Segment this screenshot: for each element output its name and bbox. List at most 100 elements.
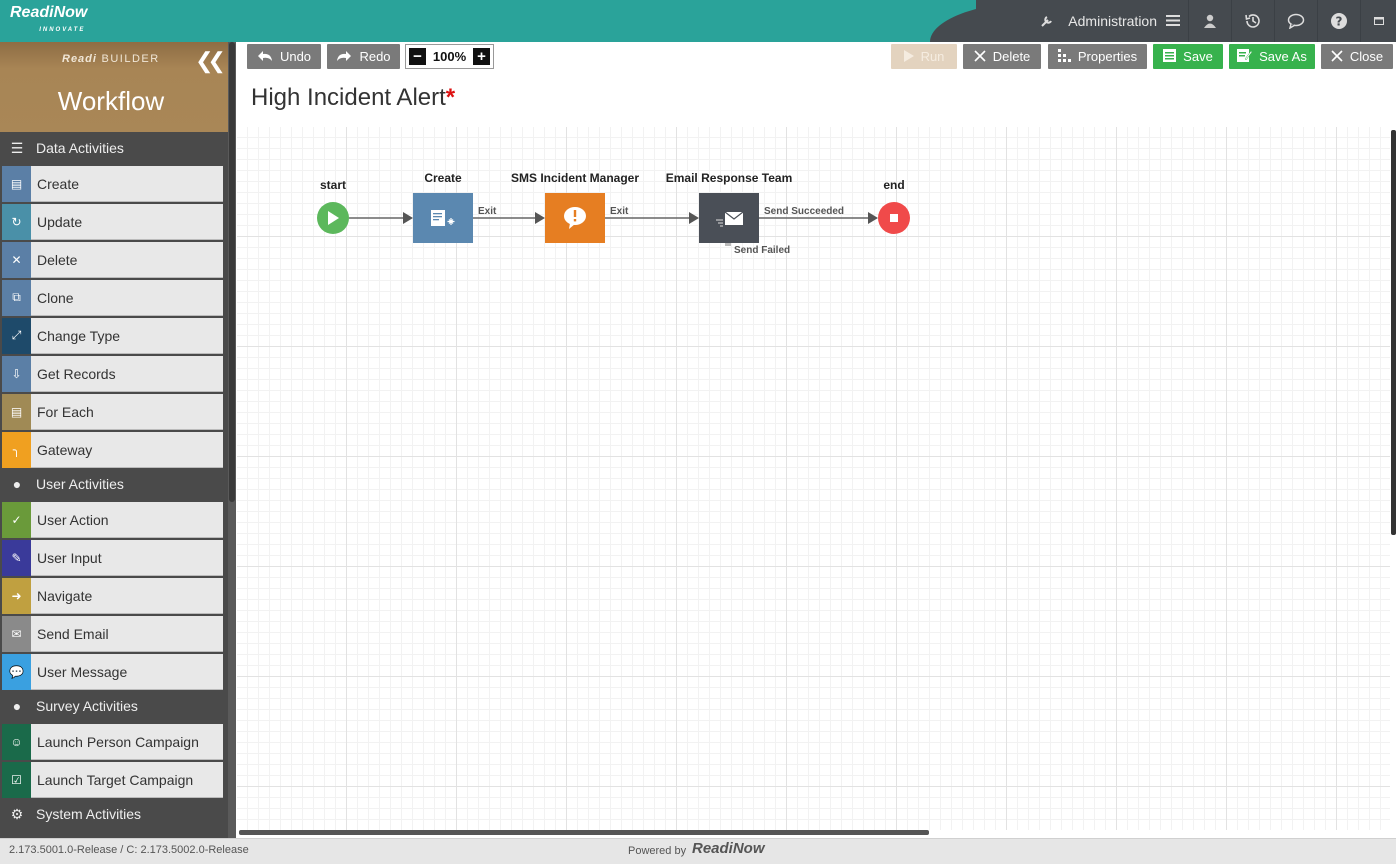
top-nav: Administration ? — [1025, 0, 1396, 42]
workflow-title-text: High Incident Alert — [251, 84, 446, 111]
version-text: 2.173.5001.0-Release / C: 2.173.5002.0-R… — [9, 844, 249, 856]
edge-label-create-exit: Exit — [478, 206, 497, 217]
zoom-in-icon[interactable]: + — [473, 48, 490, 65]
delete-button[interactable]: Delete — [963, 44, 1041, 69]
play-icon — [328, 211, 339, 225]
powered-by-text: Powered by — [628, 845, 687, 857]
activity-get-records[interactable]: ⇩ Get Records — [2, 355, 223, 392]
activity-sidebar: Readi BUILDER ❮❮ Workflow ☰ Data Activiti… — [0, 42, 236, 838]
activity-delete[interactable]: ✕ Delete — [2, 241, 223, 278]
change-type-icon: ⤢ — [2, 317, 31, 354]
activity-gateway[interactable]: ╮ Gateway — [2, 431, 223, 468]
update-icon: ↻ — [2, 203, 31, 240]
activity-update[interactable]: ↻ Update — [2, 203, 223, 240]
navigate-icon: ➜ — [2, 577, 31, 614]
save-as-icon — [1237, 48, 1253, 65]
administration-menu[interactable]: Administration — [1068, 13, 1180, 29]
activity-label: Send Email — [37, 625, 109, 642]
activity-label: Navigate — [37, 587, 93, 604]
category-data-activities[interactable]: ☰ Data Activities — [0, 132, 236, 164]
start-node[interactable] — [317, 202, 349, 234]
canvas-horizontal-scrollbar[interactable] — [239, 830, 929, 835]
alert-message-icon — [564, 207, 586, 229]
activity-label: Clone — [37, 289, 74, 306]
run-button[interactable]: Run — [891, 44, 957, 69]
help-icon[interactable]: ? — [1317, 0, 1360, 42]
activity-label: User Action — [37, 511, 109, 528]
wrench-icon[interactable] — [1025, 0, 1068, 42]
workflow-title[interactable]: High Incident Alert* — [251, 84, 455, 112]
undo-label: Undo — [279, 49, 312, 64]
activity-list: ☰ Data Activities ▤ Create ↻ Update ✕ Delete ⧉ Cl… — [0, 132, 236, 830]
edge-label-send-succeeded: Send Succeeded — [764, 206, 845, 217]
save-as-button[interactable]: Save As — [1229, 44, 1315, 69]
history-icon[interactable] — [1231, 0, 1274, 42]
activity-label: Launch Person Campaign — [37, 733, 199, 750]
save-button[interactable]: Save — [1153, 44, 1223, 69]
delete-icon: ✕ — [2, 241, 31, 278]
properties-button[interactable]: Properties — [1048, 44, 1147, 69]
category-label: User Activities — [36, 476, 124, 492]
properties-icon — [1057, 48, 1071, 65]
workflow-canvas[interactable] — [237, 127, 1390, 830]
delete-label: Delete — [992, 49, 1031, 64]
activity-navigate[interactable]: ➜ Navigate — [2, 577, 223, 614]
user-input-icon: ✎ — [2, 539, 31, 576]
activity-label: For Each — [37, 403, 94, 420]
chat-icon[interactable] — [1274, 0, 1317, 42]
category-user-activities[interactable]: ● User Activities — [0, 468, 236, 500]
stop-icon — [890, 214, 898, 222]
end-node[interactable] — [878, 202, 910, 234]
category-label: System Activities — [36, 806, 142, 822]
sidebar-scrollbar[interactable] — [228, 42, 236, 838]
properties-label: Properties — [1077, 49, 1138, 64]
sms-activity-node[interactable] — [545, 193, 605, 243]
hamburger-icon — [1166, 13, 1180, 29]
sidebar-title: Workflow — [57, 86, 165, 116]
redo-icon — [336, 49, 352, 65]
email-activity-node[interactable] — [699, 193, 759, 243]
canvas-vertical-scrollbar[interactable] — [1391, 130, 1396, 535]
create-activity-node[interactable] — [413, 193, 473, 243]
activity-user-action[interactable]: ✓ User Action — [2, 501, 223, 538]
activity-for-each[interactable]: ▤ For Each — [2, 393, 223, 430]
close-button[interactable]: Close — [1321, 44, 1393, 69]
footer-logo: ReadiNow — [692, 840, 765, 857]
save-as-label: Save As — [1259, 49, 1307, 64]
close-icon — [1331, 49, 1343, 65]
activity-change-type[interactable]: ⤢ Change Type — [2, 317, 223, 354]
activity-create[interactable]: ▤ Create — [2, 165, 223, 202]
create-record-icon — [431, 210, 455, 226]
logo-text: ReadiNow — [10, 4, 88, 21]
for-each-icon: ▤ — [2, 393, 31, 430]
redo-button[interactable]: Redo — [327, 44, 400, 69]
activity-launch-target-campaign[interactable]: ☑ Launch Target Campaign — [2, 761, 223, 798]
readinow-logo[interactable]: ReadiNow INNOVATE — [10, 5, 87, 38]
run-label: Run — [920, 49, 945, 64]
logo-subtext: INNOVATE — [39, 27, 86, 33]
category-label: Data Activities — [36, 140, 124, 156]
activity-label: Update — [37, 213, 83, 230]
administration-label: Administration — [1068, 13, 1157, 29]
activity-clone[interactable]: ⧉ Clone — [2, 279, 223, 316]
category-survey-activities[interactable]: ● Survey Activities — [0, 690, 236, 722]
undo-icon — [257, 49, 273, 65]
sidebar-header: Readi BUILDER ❮❮ Workflow — [0, 42, 236, 132]
activity-user-message[interactable]: 💬 User Message — [2, 653, 223, 690]
window-icon[interactable] — [1360, 0, 1396, 42]
node-label-start: start — [319, 178, 347, 192]
user-icon[interactable] — [1188, 0, 1231, 42]
undo-button[interactable]: Undo — [247, 44, 321, 69]
edge-label-send-failed: Send Failed — [734, 245, 791, 256]
category-system-activities[interactable]: ⚙ System Activities — [0, 798, 236, 830]
activity-label: Delete — [37, 251, 78, 268]
activity-send-email[interactable]: ✉ Send Email — [2, 615, 223, 652]
activity-launch-person-campaign[interactable]: ☺ Launch Person Campaign — [2, 723, 223, 760]
survey-icon: ● — [12, 698, 22, 714]
activity-label: Launch Target Campaign — [37, 771, 194, 788]
collapse-sidebar-icon[interactable]: ❮❮ — [195, 48, 226, 74]
activity-user-input[interactable]: ✎ User Input — [2, 539, 223, 576]
activity-label: Create — [37, 175, 80, 192]
zoom-out-icon[interactable]: − — [409, 48, 426, 65]
edge-label-sms-exit: Exit — [610, 206, 629, 217]
